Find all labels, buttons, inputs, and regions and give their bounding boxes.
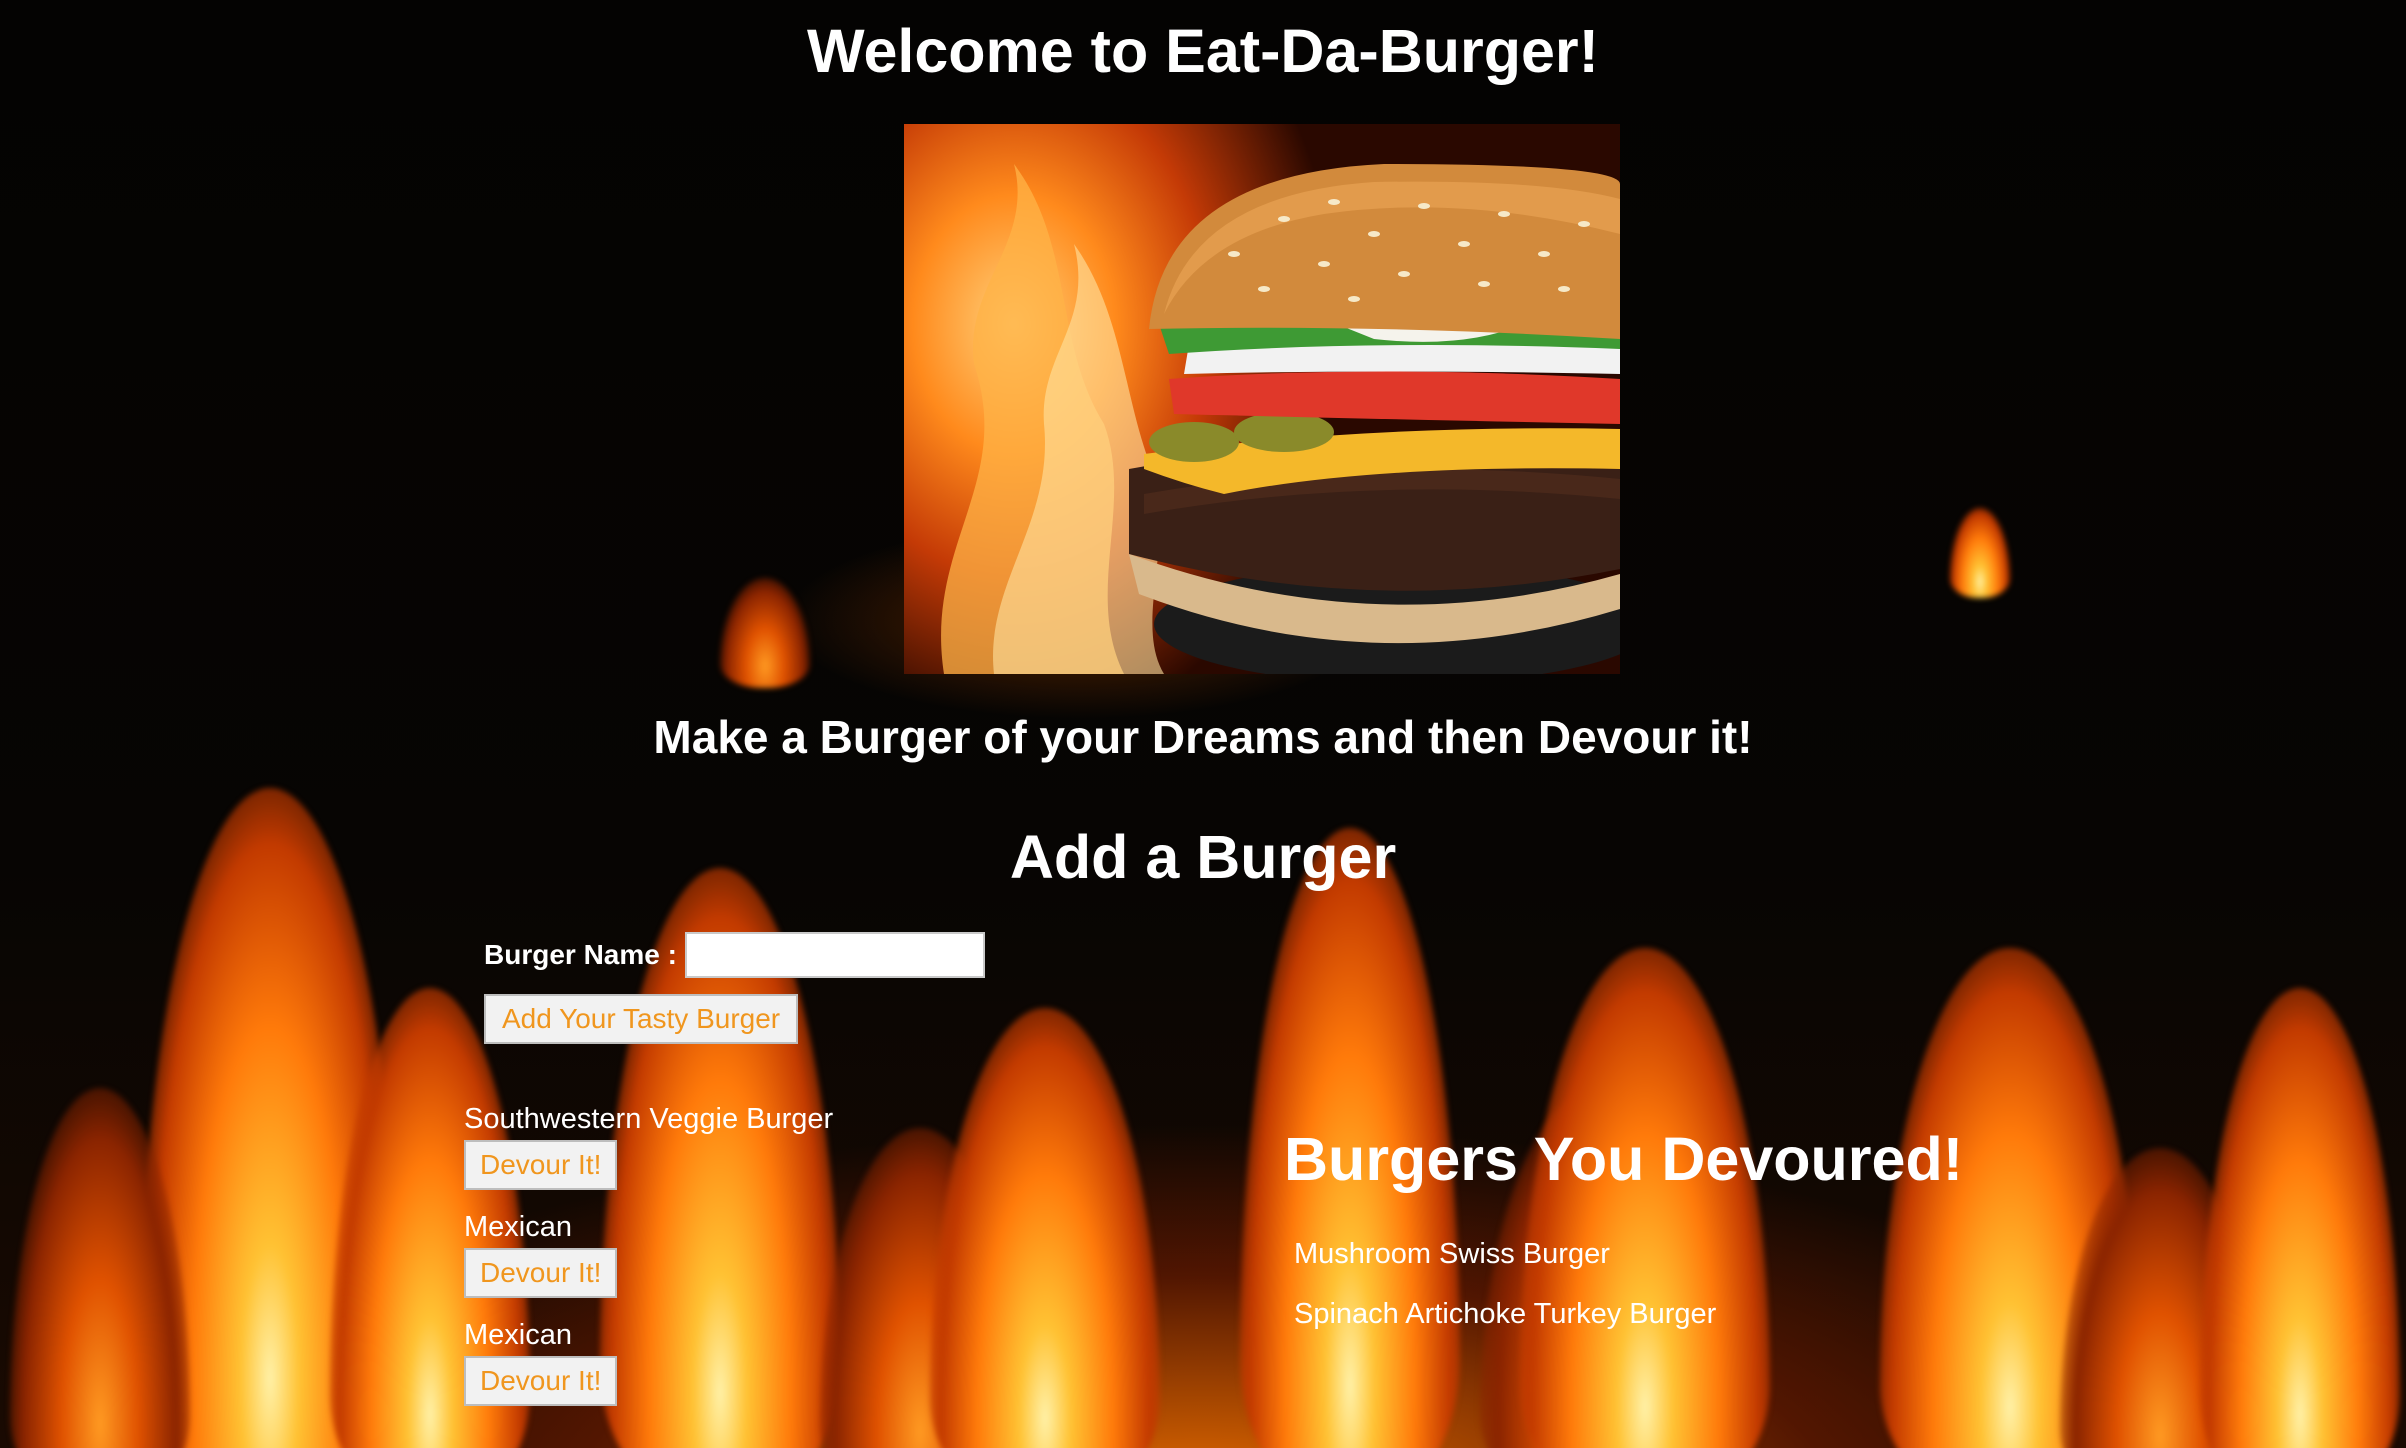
add-burger-button[interactable]: Add Your Tasty Burger: [484, 994, 799, 1044]
burger-name-row: Burger Name :: [484, 932, 985, 978]
devour-button[interactable]: Devour It!: [464, 1248, 618, 1298]
list-item: Mexican Devour It!: [464, 1206, 1064, 1298]
add-burger-heading: Add a Burger: [1009, 823, 1397, 891]
devoured-heading: Burgers You Devoured!: [1284, 1125, 1964, 1193]
devour-button[interactable]: Devour It!: [464, 1356, 618, 1406]
add-burger-form: Burger Name : Add Your Tasty Burger: [484, 932, 985, 1044]
page-title: Welcome to Eat-Da-Burger!: [807, 17, 1599, 85]
burger-name-input[interactable]: [684, 932, 985, 978]
devoured-item: Spinach Artichoke Turkey Burger: [1294, 1298, 1717, 1330]
devoured-item: Mushroom Swiss Burger: [1294, 1238, 1610, 1270]
page-content: Welcome to Eat-Da-Burger! Make a Burger …: [0, 0, 2406, 1448]
burger-name: Mexican: [464, 1319, 572, 1351]
uneaten-burgers-list: Southwestern Veggie Burger Devour It! Me…: [464, 1098, 1064, 1422]
burger-name: Mexican: [464, 1211, 572, 1243]
burger-name-label: Burger Name :: [484, 939, 677, 970]
burger-photo: [904, 124, 1620, 674]
devoured-burgers-list: Mushroom Swiss Burger Spinach Artichoke …: [1294, 1224, 1716, 1344]
devour-button[interactable]: Devour It!: [464, 1140, 618, 1190]
tagline: Make a Burger of your Dreams and then De…: [653, 711, 1753, 763]
burger-name: Southwestern Veggie Burger: [464, 1103, 834, 1135]
list-item: Southwestern Veggie Burger Devour It!: [464, 1098, 1064, 1190]
list-item: Mexican Devour It!: [464, 1314, 1064, 1406]
